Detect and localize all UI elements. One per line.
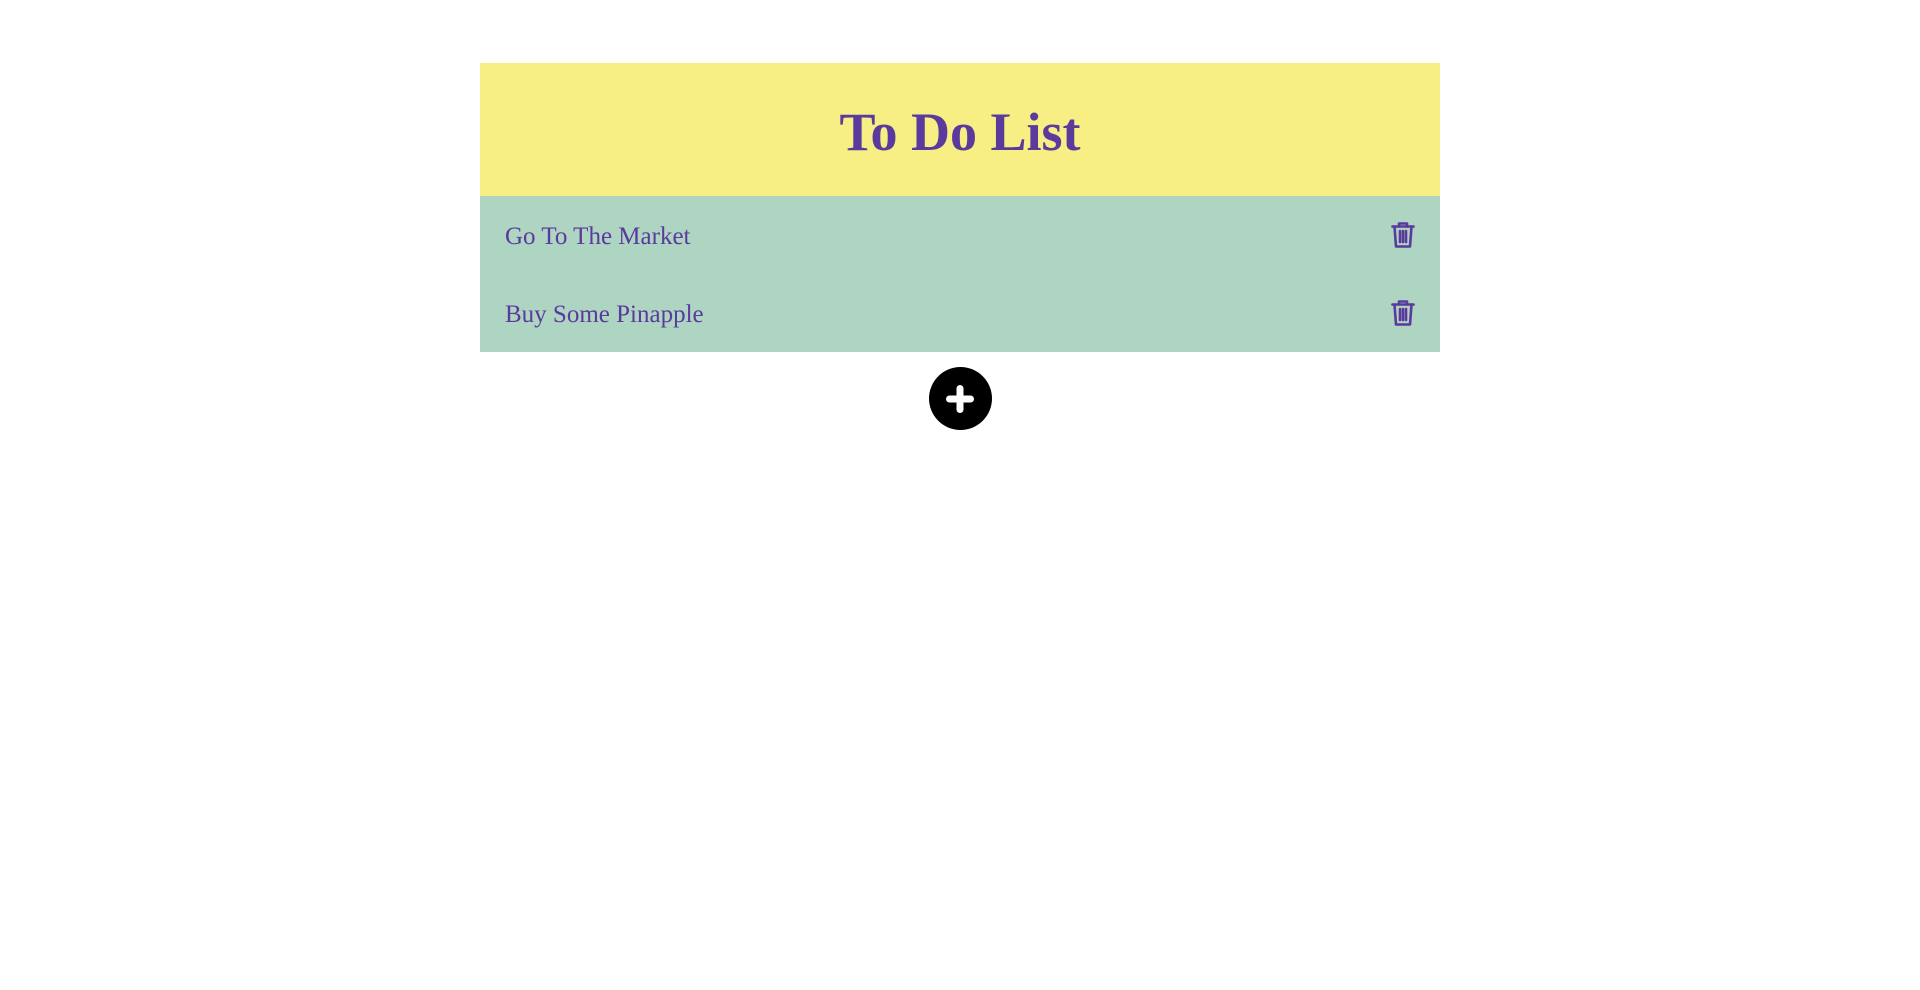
trash-icon[interactable] (1390, 221, 1416, 250)
plus-icon (946, 384, 974, 413)
todo-list: Go To The Market Buy Some Pinapple (480, 196, 1440, 352)
trash-icon[interactable] (1390, 299, 1416, 328)
list-item: Buy Some Pinapple (480, 274, 1440, 352)
todo-label: Go To The Market (505, 222, 691, 250)
todo-app: To Do List Go To The Market Buy Some Pin… (480, 63, 1440, 430)
page-title: To Do List (839, 101, 1081, 162)
todo-label: Buy Some Pinapple (505, 300, 704, 328)
add-button[interactable] (928, 367, 992, 430)
list-item: Go To The Market (480, 196, 1440, 274)
add-button-container (480, 367, 1440, 430)
header: To Do List (480, 63, 1440, 196)
